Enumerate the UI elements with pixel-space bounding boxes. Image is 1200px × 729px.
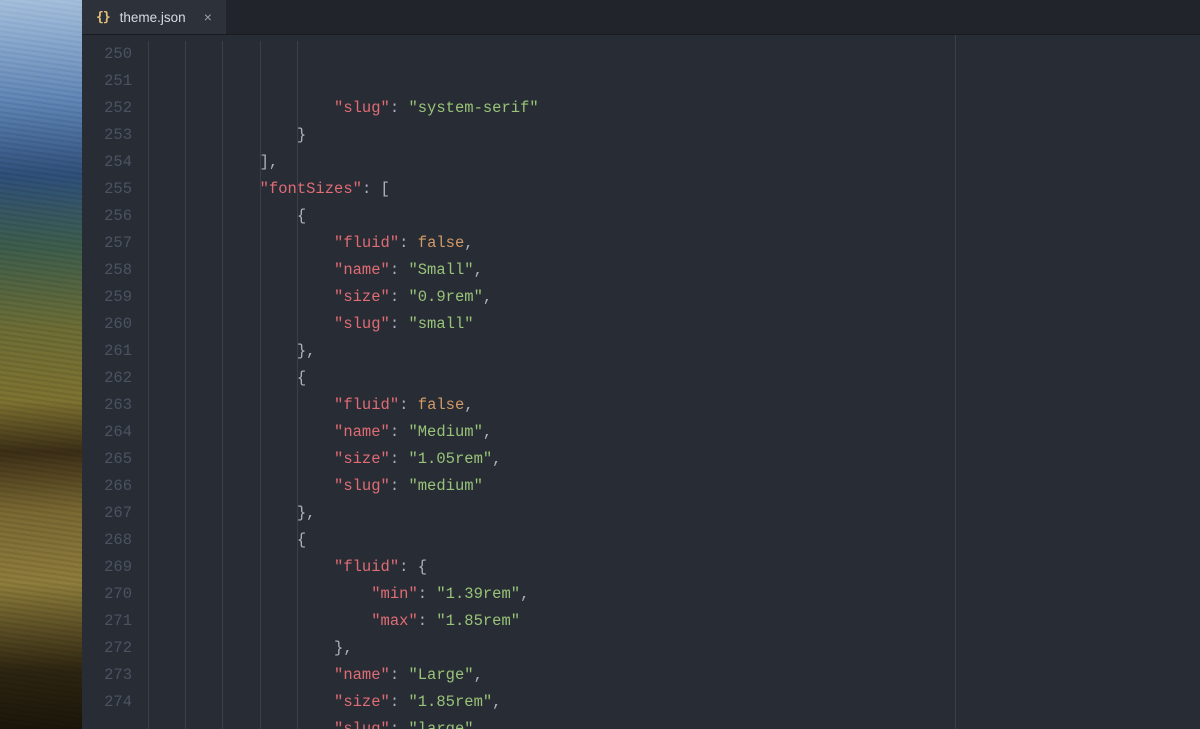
tab-bar: {} theme.json × [82,0,1200,35]
code-line[interactable]: "fontSizes": [ [148,176,1200,203]
line-number: 260 [82,311,148,338]
code-line[interactable]: "slug": "small" [148,311,1200,338]
code-line[interactable]: "name": "Medium", [148,419,1200,446]
line-number: 251 [82,68,148,95]
code-line[interactable]: }, [148,338,1200,365]
line-number: 252 [82,95,148,122]
line-number: 273 [82,662,148,689]
code-line[interactable]: }, [148,500,1200,527]
code-line[interactable]: "slug": "medium" [148,473,1200,500]
line-number: 253 [82,122,148,149]
tab-theme-json[interactable]: {} theme.json × [82,0,227,34]
line-number: 254 [82,149,148,176]
code-line[interactable]: "fluid": false, [148,230,1200,257]
code-line[interactable]: "slug": "system-serif" [148,95,1200,122]
code-line[interactable]: "size": "1.05rem", [148,446,1200,473]
code-line[interactable]: "name": "Large", [148,662,1200,689]
right-margin-ruler [955,35,956,729]
code-line[interactable]: "name": "Small", [148,257,1200,284]
line-number: 258 [82,257,148,284]
code-line[interactable]: "size": "0.9rem", [148,284,1200,311]
line-number: 266 [82,473,148,500]
code-line[interactable]: ], [148,149,1200,176]
line-number: 268 [82,527,148,554]
line-number: 257 [82,230,148,257]
desktop-wallpaper-strip [0,0,82,729]
line-number: 261 [82,338,148,365]
line-number: 274 [82,689,148,716]
code-line[interactable]: "size": "1.85rem", [148,689,1200,716]
json-file-icon: {} [96,10,110,25]
line-number: 272 [82,635,148,662]
line-number: 267 [82,500,148,527]
code-line[interactable]: "fluid": false, [148,392,1200,419]
code-line[interactable]: }, [148,635,1200,662]
line-number: 259 [82,284,148,311]
code-line[interactable]: "max": "1.85rem" [148,608,1200,635]
line-number: 250 [82,41,148,68]
code-line[interactable]: "min": "1.39rem", [148,581,1200,608]
line-number: 263 [82,392,148,419]
tab-filename: theme.json [120,10,186,25]
close-icon[interactable]: × [204,9,212,25]
line-number: 270 [82,581,148,608]
code-line[interactable]: } [148,122,1200,149]
code-line[interactable]: "fluid": { [148,554,1200,581]
code-area[interactable]: 2502512522532542552562572582592602612622… [82,35,1200,729]
app-root: {} theme.json × 250251252253254255256257… [0,0,1200,729]
line-number-gutter: 2502512522532542552562572582592602612622… [82,35,148,729]
line-number: 262 [82,365,148,392]
editor-pane: {} theme.json × 250251252253254255256257… [82,0,1200,729]
code-line[interactable]: "slug": "large" [148,716,1200,729]
line-number: 265 [82,446,148,473]
line-number: 264 [82,419,148,446]
code-content[interactable]: "slug": "system-serif" } ], "fontSizes":… [148,35,1200,729]
line-number: 256 [82,203,148,230]
code-line[interactable]: { [148,203,1200,230]
line-number: 271 [82,608,148,635]
line-number: 255 [82,176,148,203]
line-number: 269 [82,554,148,581]
code-line[interactable]: { [148,365,1200,392]
code-line[interactable]: { [148,527,1200,554]
